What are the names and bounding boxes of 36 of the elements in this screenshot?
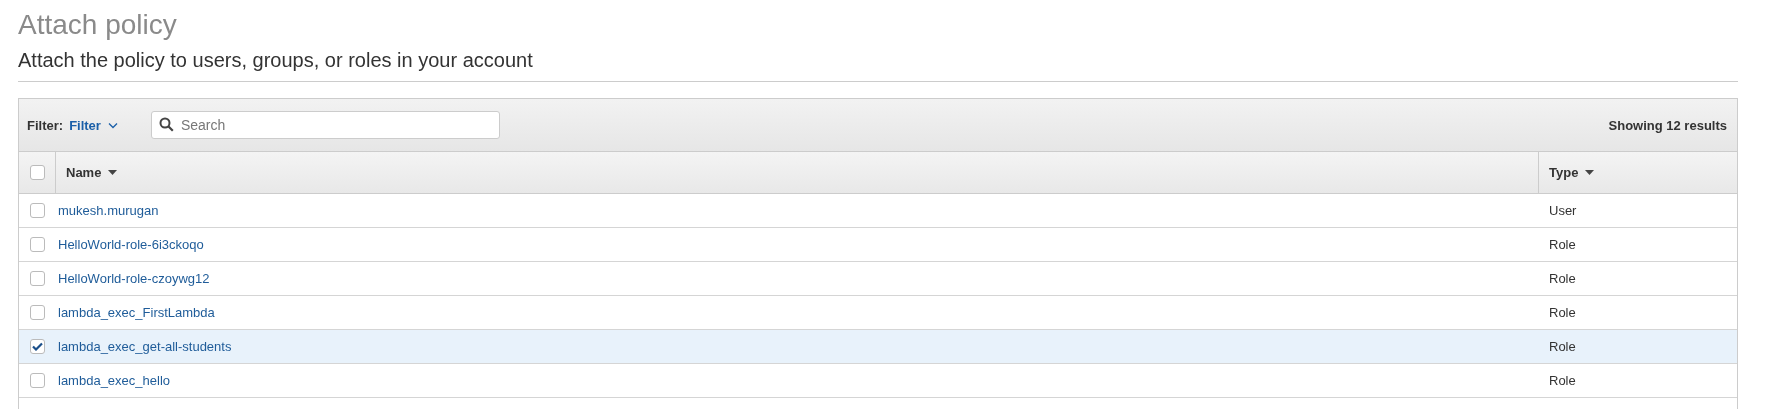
entity-type: Role (1549, 305, 1576, 320)
filter-dropdown[interactable]: Filter (69, 117, 118, 133)
entity-name-link[interactable]: lambda_exec_get-all-students (58, 339, 232, 354)
table-row[interactable]: HelloWorld-role-6i3ckoqo Role (19, 228, 1737, 262)
entity-type: User (1549, 203, 1577, 218)
sort-caret-icon[interactable] (1585, 170, 1595, 175)
filter-label: Filter: (27, 117, 64, 133)
table-row[interactable]: HelloWorld-role-czoywg12 Role (19, 262, 1737, 296)
row-checkbox[interactable] (29, 339, 45, 354)
row-checkbox[interactable] (29, 373, 45, 388)
row-checkbox[interactable] (29, 271, 45, 286)
search-icon (158, 117, 174, 132)
row-checkbox[interactable] (29, 203, 45, 218)
row-checkbox[interactable] (29, 305, 45, 320)
entity-name-link[interactable]: mukesh.murugan (58, 203, 159, 218)
entity-type: Role (1549, 271, 1576, 286)
table-row[interactable]: lambda_exec_hello Role (19, 364, 1737, 398)
row-checkbox[interactable] (29, 237, 45, 252)
table-row[interactable]: lambda_exec_get-all-students Role (19, 330, 1737, 364)
entity-name-link[interactable]: lambda_exec_hello (58, 373, 171, 388)
entity-type: Role (1549, 339, 1576, 354)
page-subtitle: Attach the policy to users, groups, or roles in your account (18, 48, 534, 73)
sort-caret-icon[interactable] (108, 170, 118, 175)
select-all-checkbox[interactable] (29, 165, 45, 180)
entity-name-link[interactable]: HelloWorld-role-6i3ckoqo (58, 237, 204, 252)
entity-type: Role (1549, 373, 1576, 388)
entity-type: Role (1549, 237, 1576, 252)
name-column-header[interactable]: Name (66, 165, 102, 180)
entity-name-link[interactable]: HelloWorld-role-czoywg12 (58, 271, 210, 286)
type-column-header[interactable]: Type (1549, 165, 1579, 180)
entity-name-link[interactable]: lambda_exec_FirstLambda (58, 305, 215, 320)
table-row[interactable]: mukesh.murugan User (19, 194, 1737, 228)
chevron-icon (107, 121, 118, 129)
search-field[interactable]: Search (150, 111, 500, 139)
page-title: Attach policy (18, 8, 178, 42)
result-count: Showing 12 results (1608, 117, 1727, 133)
